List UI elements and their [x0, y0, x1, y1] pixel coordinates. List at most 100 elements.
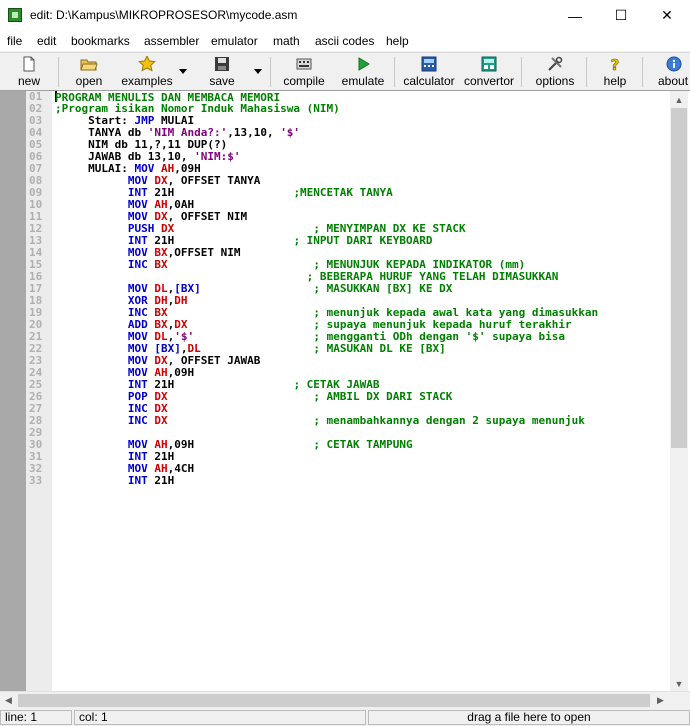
code-token: DX — [154, 414, 168, 427]
toolbar-separator — [394, 57, 395, 87]
maximize-icon: ☐ — [614, 7, 628, 23]
close-icon: ✕ — [661, 7, 673, 23]
options-label: options — [535, 74, 575, 88]
toolbar-separator — [586, 57, 587, 87]
window-title: edit: D:\Kampus\MIKROPROSESOR\mycode.asm — [30, 8, 298, 22]
tools-icon — [548, 56, 563, 71]
code-token: ,09H — [167, 438, 314, 451]
code-editor[interactable]: 01 02 03 04 05 06 07 08 09 10 11 12 13 14 15 16 17 18 19 20… — [0, 90, 690, 692]
emulate-label: emulate — [341, 74, 385, 88]
toolbar-separator — [521, 57, 522, 87]
new-button[interactable]: new — [14, 55, 44, 89]
minimize-icon: — — [568, 7, 582, 24]
new-file-icon — [23, 56, 35, 72]
toolbar-separator — [270, 57, 271, 87]
code-token: ; AMBIL DX DARI STACK — [313, 390, 453, 403]
compile-label: compile — [283, 74, 325, 88]
menu-math[interactable]: math — [273, 34, 300, 48]
play-icon — [358, 57, 370, 71]
toolbar-separator — [642, 57, 643, 87]
toolbar: new open examples save compile emulate c… — [0, 52, 690, 91]
about-button[interactable]: about — [655, 55, 690, 89]
star-icon — [138, 56, 156, 72]
status-col: col: 1 — [74, 710, 366, 725]
open-label: open — [75, 74, 103, 88]
scroll-down-icon[interactable]: ▼ — [670, 675, 688, 692]
convertor-label: convertor — [463, 74, 515, 88]
code-token: ; MASUKKAN [BX] KE DX — [313, 282, 453, 295]
toolbar-separator — [58, 57, 59, 87]
open-button[interactable]: open — [72, 55, 106, 89]
menu-help[interactable]: help — [386, 34, 409, 48]
help-question-icon: ? — [610, 56, 620, 72]
horizontal-scrollbar[interactable]: ◀ ▶ — [0, 691, 690, 709]
new-label: new — [17, 74, 40, 88]
calculator-label: calculator — [403, 74, 455, 88]
menu-bar: file edit bookmarks assembler emulator m… — [0, 31, 690, 51]
menu-bookmarks[interactable]: bookmarks — [71, 34, 130, 48]
examples-button[interactable]: examples — [120, 55, 174, 89]
code-token: 'NIM:$' — [194, 150, 241, 163]
menu-emulator[interactable]: emulator — [211, 34, 258, 48]
vertical-scroll-thumb[interactable] — [671, 108, 687, 448]
close-button[interactable]: ✕ — [644, 0, 690, 31]
code-token: ; MASUKAN DL KE [BX] — [313, 342, 446, 355]
code-text-area[interactable]: PROGRAM MENULIS DAN MEMBACA MEMORI ;Progr… — [55, 91, 670, 692]
examples-label: examples — [121, 74, 173, 88]
code-token: ; menambahkannya dengan 2 supaya menunju… — [313, 414, 585, 427]
menu-file[interactable]: file — [7, 34, 22, 48]
minimize-button[interactable]: — — [552, 0, 598, 31]
compile-icon — [296, 58, 312, 70]
code-token: INC — [127, 414, 148, 427]
calculator-button[interactable]: calculator — [401, 55, 457, 89]
svg-text:?: ? — [611, 56, 620, 72]
save-label: save — [209, 74, 235, 88]
save-button[interactable]: save — [206, 55, 238, 89]
calculator-icon — [421, 56, 437, 72]
open-folder-icon — [80, 59, 98, 71]
maximize-button[interactable]: ☐ — [598, 0, 644, 31]
bookmark-margin[interactable] — [0, 91, 26, 692]
about-label: about — [658, 74, 689, 88]
status-line: line: 1 — [0, 710, 72, 725]
options-button[interactable]: options — [533, 55, 577, 89]
emulate-button[interactable]: emulate — [338, 55, 388, 89]
scroll-left-icon[interactable]: ◀ — [0, 692, 17, 709]
code-line[interactable]: INC DX ; menambahkannya dengan 2 supaya … — [55, 415, 670, 427]
code-token: ;MENCETAK TANYA — [293, 186, 393, 199]
code-token: 21H — [147, 474, 175, 487]
line-number: 33 — [29, 474, 43, 487]
save-disk-icon — [215, 57, 229, 71]
app-icon — [8, 8, 22, 22]
status-drop-hint: drag a file here to open — [368, 710, 690, 725]
code-token: INT — [127, 474, 148, 487]
convertor-icon — [481, 56, 497, 72]
horizontal-scroll-thumb[interactable] — [18, 694, 650, 707]
code-token: ; INPUT DARI KEYBOARD — [293, 234, 433, 247]
menu-assembler[interactable]: assembler — [144, 34, 199, 48]
scroll-up-icon[interactable]: ▲ — [670, 91, 688, 108]
menu-edit[interactable]: edit — [37, 34, 56, 48]
menu-ascii-codes[interactable]: ascii codes — [315, 34, 374, 48]
help-label: help — [603, 74, 627, 88]
status-bar: line: 1 col: 1 drag a file here to open — [0, 709, 690, 726]
vertical-scrollbar[interactable]: ▲ ▼ — [670, 91, 688, 692]
about-info-icon — [666, 56, 682, 72]
code-token: '$' — [280, 126, 301, 139]
code-line[interactable]: INT 21H — [55, 475, 670, 487]
code-token: ,13,10, — [227, 126, 281, 139]
line-number-gutter: 01 02 03 04 05 06 07 08 09 10 11 12 13 14 15 16 17 18 19 20… — [26, 91, 52, 692]
title-bar: edit: D:\Kampus\MIKROPROSESOR\mycode.asm… — [0, 0, 690, 31]
save-dropdown-icon[interactable] — [254, 69, 262, 74]
examples-dropdown-icon[interactable] — [179, 69, 187, 74]
convertor-button[interactable]: convertor — [462, 55, 516, 89]
scroll-right-icon[interactable]: ▶ — [652, 692, 669, 709]
help-button[interactable]: ? help — [599, 55, 631, 89]
code-token: ; CETAK TAMPUNG — [313, 438, 413, 451]
compile-button[interactable]: compile — [280, 55, 328, 89]
